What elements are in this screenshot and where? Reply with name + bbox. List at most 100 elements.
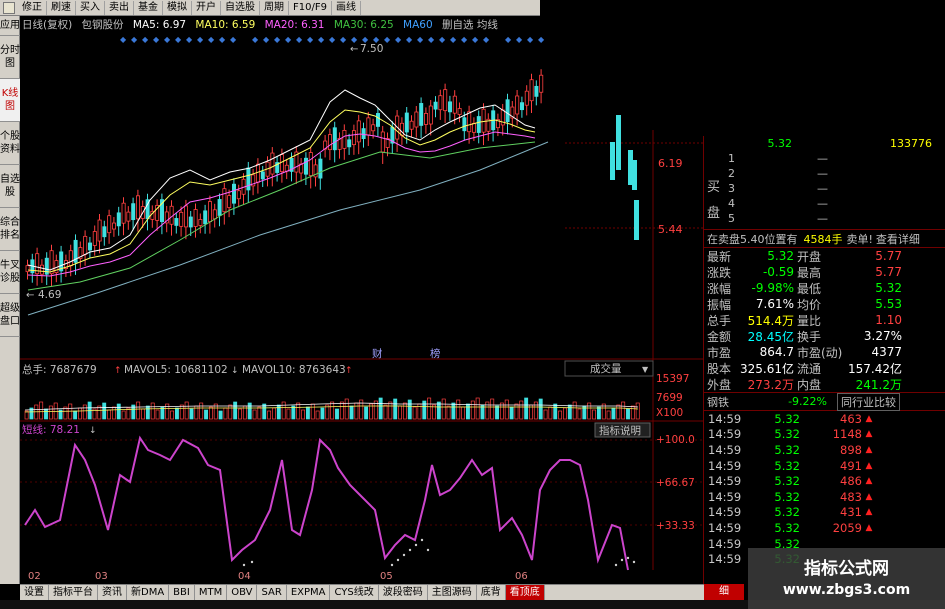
stat-value: 157.42亿	[848, 361, 902, 376]
bottom-tab-dma[interactable]: 新DMA	[127, 585, 170, 600]
toolbar-item-4[interactable]: 基金	[134, 0, 163, 15]
sector-compare-button[interactable]: 同行业比较	[837, 392, 900, 411]
buy-level-2[interactable]: 2—	[728, 166, 828, 181]
bottom-tab-obv[interactable]: OBV	[227, 585, 258, 600]
volume-bar	[461, 406, 466, 420]
volume-bar	[519, 400, 524, 420]
detail-tab[interactable]: 细	[704, 584, 744, 600]
bottom-tab-wave[interactable]: 波段密码	[379, 585, 428, 600]
tick-time: 14:59	[708, 520, 742, 535]
toolbar-item-8[interactable]: 周期	[260, 0, 289, 15]
signal-diamond: ◆	[274, 35, 281, 44]
ma-header: 日线(复权) 包钢股份 MA5: 6.97 MA10: 6.59 MA20: 6…	[22, 17, 504, 31]
pending-order-alert[interactable]: 在卖盘5.40位置有 4584手 卖单! 查看详细	[704, 230, 945, 247]
volume-bar	[543, 409, 548, 420]
candle-body	[476, 116, 481, 133]
buy-level-4[interactable]: 4—	[728, 196, 828, 211]
bottom-tab-expma[interactable]: EXPMA	[287, 585, 331, 600]
toolbar-item-5[interactable]: 模拟	[163, 0, 192, 15]
bottom-tab-bbi[interactable]: BBI	[169, 585, 195, 600]
bottom-tab-settings[interactable]: 设置	[20, 585, 49, 600]
tick-volume: 1148	[832, 427, 862, 442]
low-mark-label: 4.69	[38, 289, 61, 301]
quote-panel: 5.32 133776 买 盘 1— 2— 3— 4— 5— 在卖盘5.40位置…	[703, 136, 945, 609]
toolbar-item-10[interactable]: 画线	[332, 0, 361, 15]
bottom-tab-indicator-platform[interactable]: 指标平台	[49, 585, 98, 600]
toolbar-item-3[interactable]: 卖出	[105, 0, 134, 15]
event-mark-fin[interactable]: 财	[372, 347, 383, 360]
buy-level-5[interactable]: 5—	[728, 211, 828, 226]
volume-bar	[252, 409, 257, 420]
event-mark-list[interactable]: 榜	[430, 347, 441, 360]
left-tab-level2[interactable]: 超级盘口	[0, 294, 20, 337]
toolbar-item-0[interactable]: 修正	[18, 0, 47, 15]
volume-bar	[538, 398, 543, 420]
bottom-tab-top-bottom[interactable]: 看顶底	[505, 585, 545, 600]
stat-row: 最新 5.32 开盘 5.77	[704, 248, 945, 264]
toolbar-item-1[interactable]: 刷速	[47, 0, 76, 15]
toolbar-item-9[interactable]: F10/F9	[289, 0, 332, 15]
volume-bar	[349, 405, 354, 420]
candle-body	[198, 219, 203, 226]
candlesticks	[25, 69, 639, 287]
sell-top-row[interactable]: 5.32 133776	[704, 136, 945, 151]
toolbar-item-7[interactable]: 自选股	[221, 0, 260, 15]
left-tab-profile[interactable]: 个股资料	[0, 122, 20, 165]
signal-diamond: ◆	[406, 35, 413, 44]
left-tab-intraday[interactable]: 分时图	[0, 36, 20, 79]
candle-body	[116, 212, 121, 227]
left-tab-kline[interactable]: K线图	[0, 79, 20, 122]
left-tab-diagnosis[interactable]: 牛叉诊股	[0, 251, 20, 294]
toolbar-item-2[interactable]: 买入	[76, 0, 105, 15]
stat-value: 514.4万	[747, 313, 794, 328]
bottom-tab-mtm[interactable]: MTM	[195, 585, 228, 600]
left-tab-watchlist[interactable]: 自选股	[0, 165, 20, 208]
left-tab-apps[interactable]: 应用	[0, 16, 20, 36]
high-mark-label: 7.50	[360, 43, 383, 55]
stat-label: 市盈	[707, 345, 732, 360]
bottom-tab-source[interactable]: 主图源码	[428, 585, 477, 600]
pending-action: 卖单!	[846, 232, 873, 246]
volume-bar	[616, 404, 621, 420]
indicator-dot	[402, 553, 406, 557]
signal-diamond: ◆	[208, 35, 215, 44]
volume-bar	[621, 401, 626, 420]
pending-detail-link[interactable]: 查看详细	[876, 231, 920, 247]
tick-row: 14:59 5.32 463 ▲	[704, 411, 945, 427]
tick-list[interactable]: 14:59 5.32 463 ▲ 14:59 5.32 1148 ▲ 14:59 5.32 898 ▲…	[704, 411, 945, 567]
indicator-dot	[408, 548, 412, 552]
toolbar-item-6[interactable]: 开户	[192, 0, 221, 15]
vol-axis-mid: 7699	[656, 392, 683, 404]
bottom-tab-divergence[interactable]: 底背	[477, 585, 506, 600]
vol-arrow-1: ↑	[114, 366, 122, 376]
volume-bar	[145, 405, 150, 420]
bottom-tab-cys[interactable]: CYS线改	[330, 585, 379, 600]
volume-bar	[446, 405, 451, 420]
bottom-tab-sar[interactable]: SAR	[257, 585, 287, 600]
candle-body	[308, 152, 313, 176]
kline-chart[interactable]: ◆ ◆ ◆ ◆ ◆ ◆ ◆ ◆ ◆ ◆ ◆ ◆ ◆ ◆ ◆ ◆ ◆ ◆ ◆ ◆ ◆ ◆ ◆ ◆ ◆ ◆ ◆ ◆ ◆ ◆ ◆ ◆ ◆ ◆ ◆ ◆ ◆ ← …	[20, 30, 703, 585]
buy-level-1[interactable]: 1—	[728, 151, 828, 166]
app-icon[interactable]	[3, 1, 15, 14]
volume-bar	[606, 410, 611, 420]
price-axis-label-2: 5.44	[658, 223, 683, 236]
signal-diamond: ◆	[285, 35, 292, 44]
bottom-tab-news[interactable]: 资讯	[98, 585, 127, 600]
left-tab-ranking[interactable]: 综合排名	[0, 208, 20, 251]
stat-row: 振幅 7.61% 均价 5.53	[704, 296, 945, 312]
buy-level-3[interactable]: 3—	[728, 181, 828, 196]
signal-diamond: ◆	[384, 35, 391, 44]
volume-bar	[223, 407, 228, 420]
candle-body	[246, 167, 251, 191]
stat-value: 5.77	[875, 265, 902, 279]
tick-time: 14:59	[708, 474, 742, 489]
tick-price: 5.32	[774, 520, 800, 535]
volume-bar	[233, 401, 238, 420]
volume-bar	[267, 410, 272, 420]
volume-bar	[456, 399, 461, 420]
candle-body	[107, 215, 112, 234]
candle-body	[179, 211, 184, 227]
tick-volume: 483	[840, 489, 862, 504]
sector-row[interactable]: 钢铁 -9.22% 同行业比较	[704, 392, 945, 411]
stat-value: 5.32	[767, 249, 794, 263]
